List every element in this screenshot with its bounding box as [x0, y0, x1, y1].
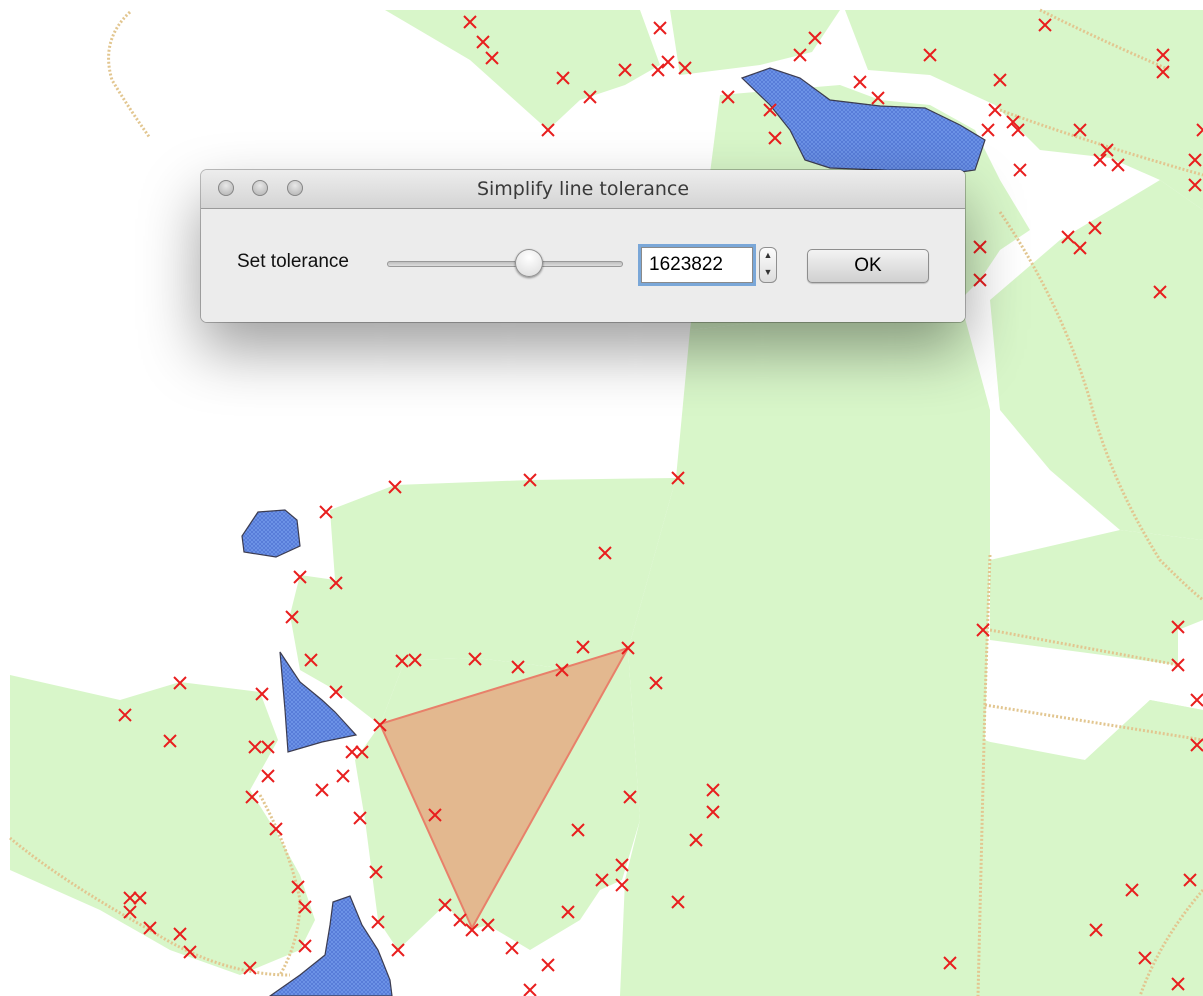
dialog-titlebar[interactable]: Simplify line tolerance	[201, 170, 965, 209]
map-canvas[interactable]	[0, 0, 1203, 996]
tolerance-input[interactable]: 1623822	[641, 247, 753, 283]
dialog-body: Set tolerance 1623822 ▲ ▼ OK	[201, 209, 965, 322]
tolerance-slider-track[interactable]	[387, 261, 623, 267]
stepper-down-icon[interactable]: ▼	[759, 264, 777, 281]
ok-button[interactable]: OK	[807, 249, 929, 283]
tolerance-label: Set tolerance	[237, 251, 349, 272]
tolerance-stepper[interactable]: ▲ ▼	[759, 247, 777, 283]
tolerance-slider-thumb[interactable]	[514, 249, 543, 277]
stepper-up-icon[interactable]: ▲	[759, 247, 777, 264]
dialog-title: Simplify line tolerance	[476, 178, 690, 200]
simplify-dialog: Simplify line tolerance Set tolerance 16…	[201, 170, 965, 322]
